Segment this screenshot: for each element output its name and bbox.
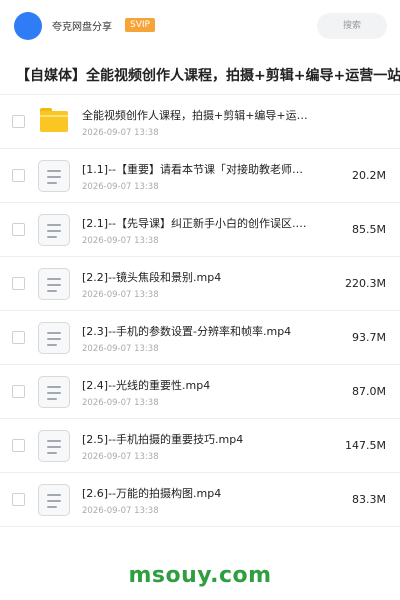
item-date: 2026-09-07 13:38 — [82, 344, 159, 354]
item-size: 20.2M — [352, 169, 386, 182]
list-item[interactable]: [2.4]--光线的重要性.mp4 2026-09-07 13:38 87.0M — [0, 365, 400, 419]
file-icon — [38, 430, 70, 462]
row-checkbox[interactable] — [12, 277, 25, 290]
page-title: 【自媒体】全能视频创作人课程，拍摄+剪辑+编导+运营一站式打通 — [16, 68, 400, 84]
item-date: 2026-09-07 13:38 — [82, 236, 159, 246]
item-name: [2.6]--万能的拍摄构图.mp4 — [82, 487, 222, 500]
file-icon — [38, 160, 70, 192]
app-name: 夸克网盘分享 — [52, 22, 112, 33]
list-item[interactable]: [2.3]--手机的参数设置-分辨率和帧率.mp4 2026-09-07 13:… — [0, 311, 400, 365]
folder-icon — [40, 108, 68, 132]
row-checkbox[interactable] — [12, 223, 25, 236]
item-date: 2026-09-07 13:38 — [82, 290, 159, 300]
watermark: msouy.com — [128, 563, 272, 588]
avatar[interactable] — [14, 12, 42, 40]
file-icon — [38, 322, 70, 354]
item-date: 2026-09-07 13:38 — [82, 128, 159, 138]
item-name: [2.4]--光线的重要性.mp4 — [82, 379, 211, 392]
row-checkbox[interactable] — [12, 493, 25, 506]
list-item[interactable]: [2.5]--手机拍摄的重要技巧.mp4 2026-09-07 13:38 14… — [0, 419, 400, 473]
row-checkbox[interactable] — [12, 385, 25, 398]
item-date: 2026-09-07 13:38 — [82, 398, 159, 408]
item-size: 93.7M — [352, 331, 386, 344]
item-name: [2.1]--【先导课】纠正新手小白的创作误区.mp4 — [82, 217, 314, 230]
row-checkbox[interactable] — [12, 331, 25, 344]
list-item[interactable]: [2.6]--万能的拍摄构图.mp4 2026-09-07 13:38 83.3… — [0, 473, 400, 527]
search-input[interactable]: 搜索 — [317, 13, 387, 39]
item-name: [2.5]--手机拍摄的重要技巧.mp4 — [82, 433, 244, 446]
item-name: [2.3]--手机的参数设置-分辨率和帧率.mp4 — [82, 325, 292, 338]
file-icon — [38, 484, 70, 516]
item-size: 83.3M — [352, 493, 386, 506]
row-checkbox[interactable] — [12, 439, 25, 452]
item-name: [1.1]--【重要】请看本节课「对接助教老师」.mp4 — [82, 163, 314, 176]
list-item[interactable]: [2.1]--【先导课】纠正新手小白的创作误区.mp4 2026-09-07 1… — [0, 203, 400, 257]
item-size: 147.5M — [345, 439, 386, 452]
svip-badge: SVIP — [125, 18, 155, 32]
item-size: 87.0M — [352, 385, 386, 398]
item-date: 2026-09-07 13:38 — [82, 452, 159, 462]
item-date: 2026-09-07 13:38 — [82, 182, 159, 192]
file-icon — [38, 268, 70, 300]
item-size: 220.3M — [345, 277, 386, 290]
item-date: 2026-09-07 13:38 — [82, 506, 159, 516]
list-item[interactable]: 全能视频创作人课程，拍摄+剪辑+编导+运营一站式打通 2026-09-07 13… — [0, 95, 400, 149]
header-bar: 夸克网盘分享 SVIP 搜索 — [0, 0, 400, 52]
file-list: 全能视频创作人课程，拍摄+剪辑+编导+运营一站式打通 2026-09-07 13… — [0, 95, 400, 527]
file-icon — [38, 376, 70, 408]
row-checkbox[interactable] — [12, 169, 25, 182]
item-name: [2.2]--镜头焦段和景别.mp4 — [82, 271, 222, 284]
list-item[interactable]: [1.1]--【重要】请看本节课「对接助教老师」.mp4 2026-09-07 … — [0, 149, 400, 203]
file-icon — [38, 214, 70, 246]
list-item[interactable]: [2.2]--镜头焦段和景别.mp4 2026-09-07 13:38 220.… — [0, 257, 400, 311]
row-checkbox[interactable] — [12, 115, 25, 128]
item-size: 85.5M — [352, 223, 386, 236]
item-name: 全能视频创作人课程，拍摄+剪辑+编导+运营一站式打通 — [82, 109, 314, 122]
